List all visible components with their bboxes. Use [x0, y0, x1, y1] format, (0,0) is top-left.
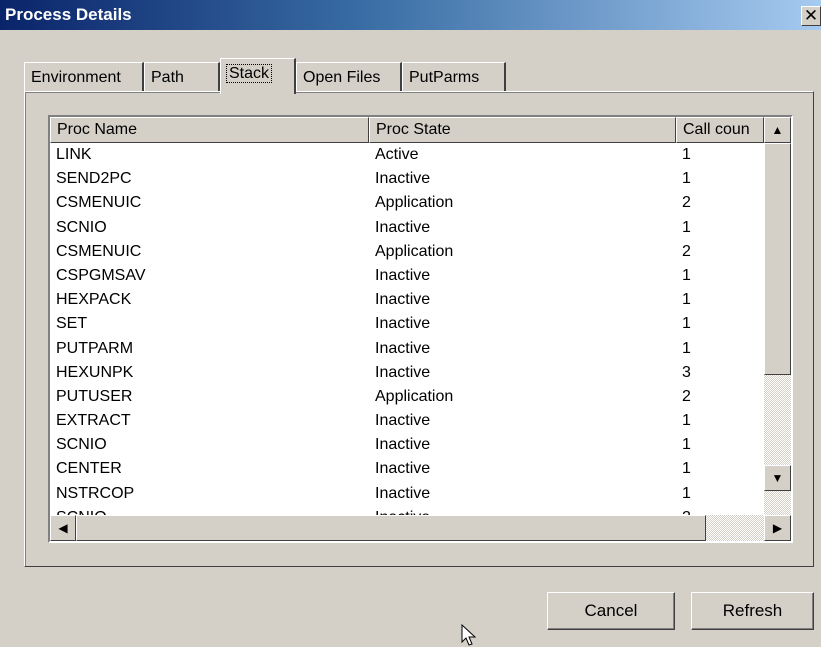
call-count-cell: 1	[682, 218, 691, 236]
call-count-cell: 1	[682, 484, 691, 502]
proc-name-cell: LINK	[56, 146, 92, 163]
proc-state-cell: Inactive	[375, 291, 431, 309]
window-title: Process Details	[5, 5, 132, 24]
title-bar: Process Details ✕	[0, 0, 821, 30]
table-row[interactable]: PUTPARM Inactive 1	[50, 337, 764, 361]
call-count-cell: 1	[682, 170, 691, 188]
list-header: Proc Name Proc State Call coun	[50, 117, 764, 143]
refresh-button[interactable]: Refresh	[691, 592, 814, 630]
scroll-corner: ▶	[764, 515, 791, 541]
proc-name-cell: EXTRACT	[56, 412, 131, 430]
proc-state-cell: Application	[375, 242, 454, 260]
proc-name-cell: HEXUNPK	[56, 363, 134, 381]
table-row[interactable]: SCNIOInactive2	[50, 506, 764, 515]
proc-name-cell: CENTER	[56, 460, 122, 478]
vertical-scrollbar[interactable]: ▲ ▼	[764, 117, 791, 515]
tab-stack[interactable]: Stack	[220, 58, 296, 94]
table-row[interactable]: SEND2PC Inactive 1	[50, 167, 764, 191]
proc-name-cell: SET	[56, 315, 88, 333]
proc-name-cell: PUTPARM	[56, 339, 134, 357]
proc-state-cell: Inactive	[375, 436, 431, 454]
table-row[interactable]: NSTRCOP Inactive 1	[50, 482, 764, 506]
proc-name-cell: CSMENUIC	[56, 194, 142, 212]
call-count-cell: 1	[682, 146, 691, 163]
proc-name-cell: HEXPACK	[56, 291, 132, 309]
call-count-cell: 1	[682, 436, 691, 454]
proc-state-cell: Inactive	[375, 484, 431, 502]
table-row[interactable]: LINK Active 1	[50, 143, 764, 167]
table-row[interactable]: PUTUSER Application 2	[50, 385, 764, 409]
scroll-left-button[interactable]: ◀	[50, 515, 76, 541]
proc-name-cell: CSPGMSAV	[56, 266, 146, 284]
table-row[interactable]: EXTRACT Inactive 1	[50, 409, 764, 433]
call-count-cell: 3	[682, 363, 691, 381]
proc-name-cell: PUTUSER	[56, 387, 133, 405]
tab-path[interactable]: Path	[144, 62, 220, 92]
table-row[interactable]: HEXUNPK Inactive 3	[50, 361, 764, 385]
proc-name-cell: SEND2PC	[56, 170, 132, 188]
call-count-cell: 2	[676, 506, 764, 515]
list-rows: LINK Active 1 SEND2PC Inactive 1 CSMENUIC Appli…	[50, 143, 764, 515]
proc-state-cell: Application	[375, 387, 454, 405]
call-count-cell: 1	[682, 412, 691, 430]
call-count-cell: 2	[682, 387, 691, 405]
proc-name-cell: SCNIO	[50, 506, 369, 515]
tab-open-files[interactable]: Open Files	[296, 62, 402, 92]
call-count-cell: 1	[682, 460, 691, 478]
stack-list-view[interactable]: Proc Name Proc State Call coun LINK Activ…	[48, 115, 793, 543]
scroll-up-button[interactable]: ▲	[764, 117, 791, 143]
proc-state-cell: Active	[375, 146, 419, 163]
mouse-pointer-icon	[461, 624, 477, 646]
call-count-cell: 1	[682, 339, 691, 357]
table-row[interactable]: CSPGMSAV Inactive 1	[50, 264, 764, 288]
proc-name-cell: SCNIO	[56, 218, 107, 236]
column-header-proc-state[interactable]: Proc State	[369, 117, 676, 143]
proc-state-cell: Inactive	[375, 363, 431, 381]
proc-state-cell: Inactive	[375, 412, 431, 430]
scroll-down-button[interactable]: ▼	[764, 465, 791, 491]
proc-name-cell: NSTRCOP	[56, 484, 135, 502]
table-row[interactable]: CSMENUIC Application 2	[50, 191, 764, 215]
proc-name-cell: SCNIO	[56, 436, 107, 454]
table-row[interactable]: HEXPACK Inactive 1	[50, 288, 764, 312]
scroll-right-button[interactable]: ▶	[764, 515, 791, 541]
tab-environment[interactable]: Environment	[24, 62, 144, 92]
proc-name-cell: CSMENUIC	[56, 242, 142, 260]
close-button[interactable]: ✕	[801, 6, 821, 26]
column-header-call-count[interactable]: Call coun	[676, 117, 764, 143]
proc-state-cell: Inactive	[375, 460, 431, 478]
column-header-proc-name[interactable]: Proc Name	[50, 117, 369, 143]
proc-state-cell: Inactive	[369, 506, 676, 515]
call-count-cell: 2	[682, 194, 691, 212]
call-count-cell: 1	[682, 266, 691, 284]
table-row[interactable]: SCNIO Inactive 1	[50, 216, 764, 240]
cancel-button[interactable]: Cancel	[547, 592, 675, 630]
table-row[interactable]: SET Inactive 1	[50, 312, 764, 336]
proc-state-cell: Inactive	[375, 218, 431, 236]
horizontal-scrollbar[interactable]: ◀	[50, 515, 764, 541]
table-row[interactable]: CSMENUIC Application 2	[50, 240, 764, 264]
horizontal-scroll-thumb[interactable]	[76, 515, 706, 541]
call-count-cell: 2	[682, 242, 691, 260]
proc-state-cell: Inactive	[375, 339, 431, 357]
proc-state-cell: Application	[375, 194, 454, 212]
call-count-cell: 1	[682, 291, 691, 309]
proc-state-cell: Inactive	[375, 266, 431, 284]
vertical-scroll-thumb[interactable]	[764, 143, 791, 375]
proc-state-cell: Inactive	[375, 315, 431, 333]
proc-state-cell: Inactive	[375, 170, 431, 188]
call-count-cell: 1	[682, 315, 691, 333]
table-row[interactable]: CENTER Inactive 1	[50, 457, 764, 481]
tab-putparms[interactable]: PutParms	[402, 62, 506, 92]
table-row[interactable]: SCNIO Inactive 1	[50, 433, 764, 457]
